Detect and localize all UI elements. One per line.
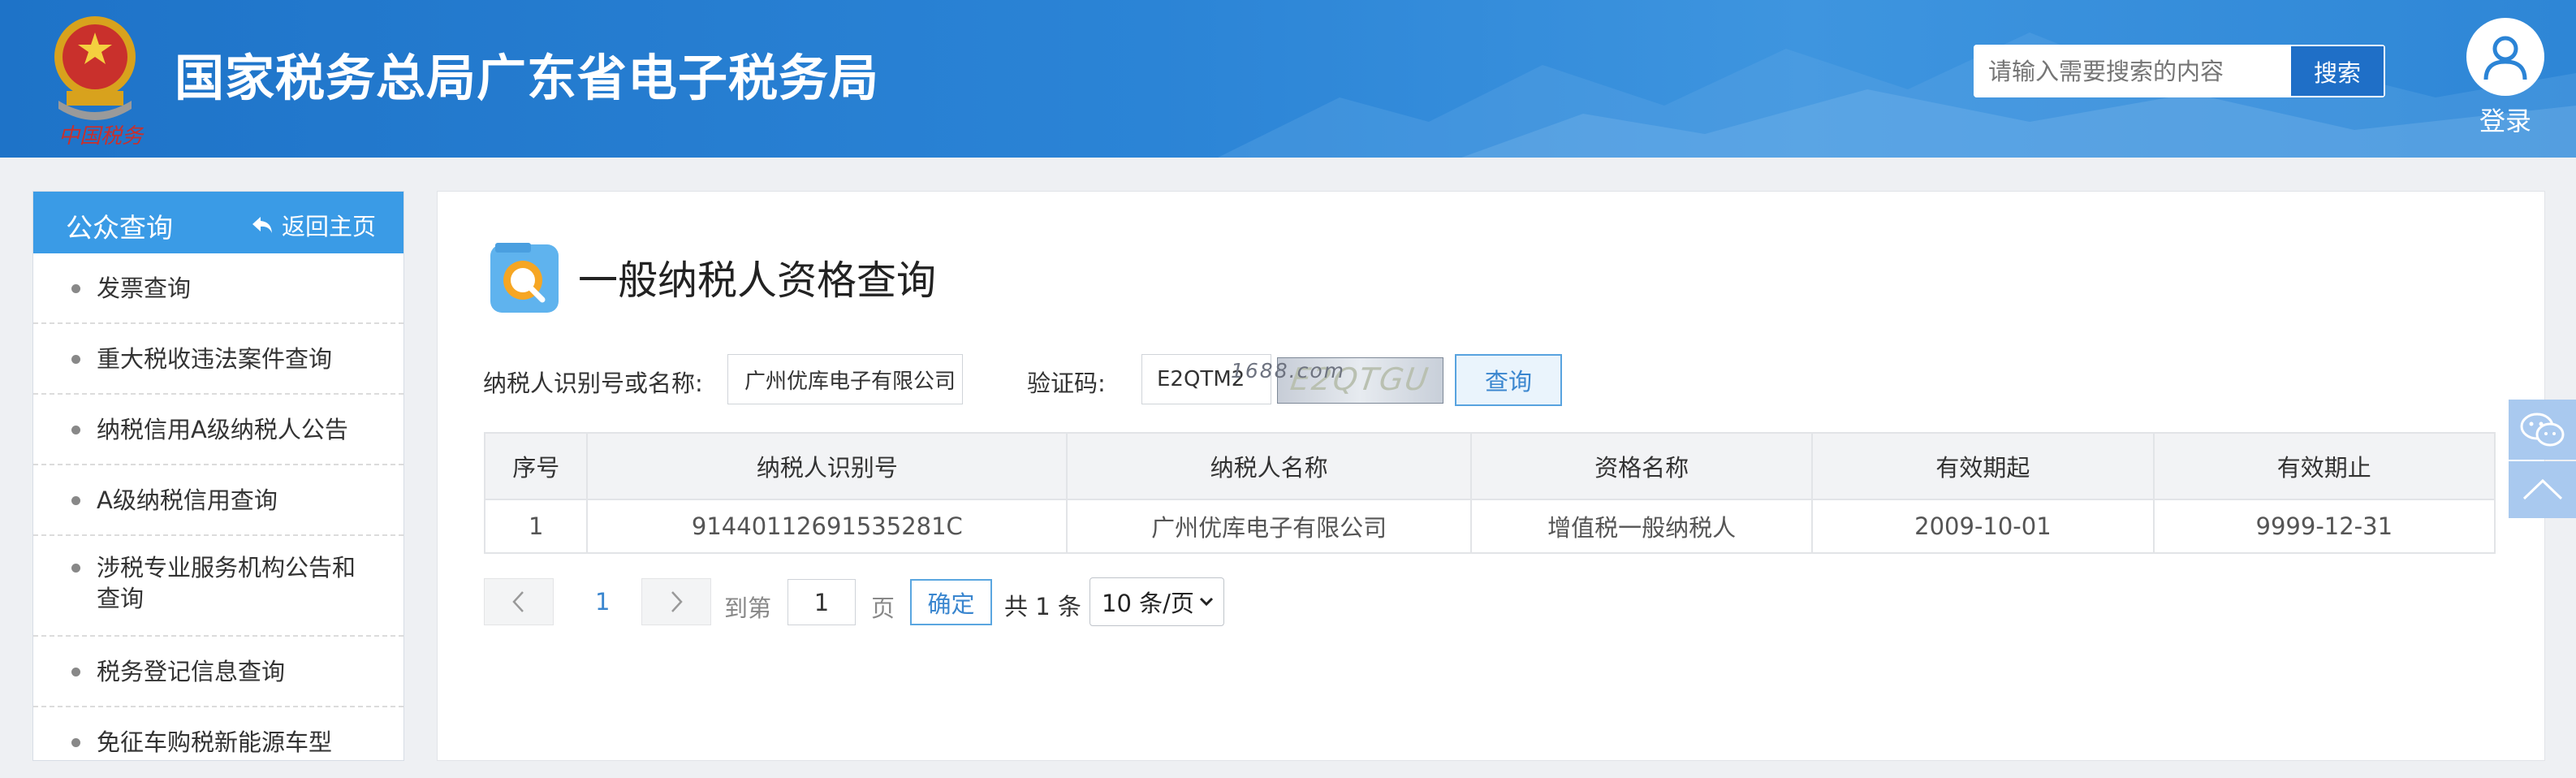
site-title: 国家税务总局广东省电子税务局 — [175, 50, 880, 107]
sidebar-header: 公众查询 返回主页 — [33, 192, 403, 253]
table-cell: 增值税一般纳税人 — [1469, 499, 1814, 554]
table-cell: 91440112691535281C — [586, 499, 1068, 554]
taxpayer-label: 纳税人识别号或名称: — [483, 370, 703, 397]
back-home-link[interactable]: 返回主页 — [251, 208, 376, 242]
goto-page-input[interactable]: 1 — [787, 579, 856, 625]
chevron-up-icon — [2522, 478, 2562, 500]
bullet-dot — [71, 564, 80, 573]
sidebar-item-label[interactable]: A级纳税信用查询 — [97, 486, 278, 514]
sidebar-item-label[interactable]: 涉税专业服务机构公告和查询 — [97, 554, 356, 612]
taxpayer-input[interactable]: 广州优库电子有限公司 — [727, 354, 963, 404]
bullet-dot — [71, 284, 80, 293]
header-search: 搜索 — [1974, 45, 2385, 97]
chevron-down-icon — [1199, 597, 1214, 607]
current-page-number[interactable]: 1 — [595, 588, 610, 616]
table-row: 1 91440112691535281C 广州优库电子有限公司 增值税一般纳税人… — [483, 499, 2496, 554]
bullet-dot — [71, 355, 80, 364]
table-cell: 9999-12-31 — [2152, 499, 2496, 554]
sidebar-item-tax-registration-query[interactable]: 税务登记信息查询 — [33, 637, 403, 707]
user-avatar[interactable] — [2466, 18, 2544, 96]
sidebar-item-new-energy-vehicle[interactable]: 免征车购税新能源车型 — [33, 707, 403, 778]
column-header: 资格名称 — [1469, 432, 1814, 500]
search-button[interactable]: 搜索 — [2289, 45, 2385, 97]
national-tax-emblem-icon: 中国税务 — [54, 16, 145, 148]
column-header: 有效期止 — [2152, 432, 2496, 500]
sidebar-item-label[interactable]: 纳税信用A级纳税人公告 — [97, 416, 348, 443]
confirm-button[interactable]: 确定 — [910, 579, 992, 625]
back-to-top-button[interactable] — [2509, 461, 2576, 518]
login-button[interactable]: 登录 — [2465, 18, 2546, 138]
page-size-select[interactable]: 10 条/页 — [1090, 577, 1224, 626]
chevron-right-icon — [671, 591, 683, 612]
wechat-float-button[interactable] — [2509, 400, 2576, 460]
table-cell: 2009-10-01 — [1811, 499, 2155, 554]
query-button[interactable]: 查询 — [1455, 354, 1562, 406]
total-count: 共 1 条 — [1004, 593, 1081, 620]
sidebar-item-tax-agency-query[interactable]: 涉税专业服务机构公告和查询 — [33, 536, 403, 637]
captcha-label: 验证码: — [1027, 370, 1106, 397]
column-header: 纳税人识别号 — [586, 432, 1068, 500]
back-arrow-icon — [252, 217, 272, 233]
site-header: 中国税务 国家税务总局广东省电子税务局 搜索 登录 — [0, 0, 2576, 158]
table-header-row: 序号 纳税人识别号 纳税人名称 资格名称 有效期起 有效期止 — [483, 432, 2496, 500]
user-icon — [2483, 36, 2527, 80]
back-home-label[interactable]: 返回主页 — [282, 208, 376, 242]
sidebar-item-invoice-query[interactable]: 发票查询 — [33, 253, 403, 324]
sidebar-item-major-violation-query[interactable]: 重大税收违法案件查询 — [33, 324, 403, 395]
bullet-dot — [71, 496, 80, 505]
sidebar-item-label[interactable]: 免征车购税新能源车型 — [97, 728, 332, 756]
emblem-caption: 中国税务 — [58, 124, 145, 148]
table-cell: 1 — [483, 499, 589, 554]
column-header: 序号 — [483, 432, 589, 500]
wechat-icon — [2520, 413, 2564, 447]
goto-label: 到第 — [724, 594, 772, 622]
bullet-dot — [71, 668, 80, 676]
column-header: 纳税人名称 — [1066, 432, 1472, 500]
sidebar-title: 公众查询 — [66, 212, 173, 244]
page-unit-label: 页 — [871, 594, 895, 622]
table-cell: 广州优库电子有限公司 — [1066, 499, 1472, 554]
watermark-text: 1688.com — [1231, 359, 1345, 383]
prev-page-button[interactable] — [484, 578, 554, 625]
page-size-value[interactable]: 10 条/页 — [1102, 585, 1194, 619]
sidebar-item-label[interactable]: 发票查询 — [97, 274, 191, 302]
chevron-left-icon — [512, 591, 524, 612]
result-table: 序号 纳税人识别号 纳税人名称 资格名称 有效期起 有效期止 1 9144011… — [483, 432, 2496, 554]
sidebar-item-label[interactable]: 重大税收违法案件查询 — [97, 345, 332, 373]
column-header: 有效期起 — [1811, 432, 2155, 500]
bullet-dot — [71, 426, 80, 434]
sidebar-item-a-credit-query[interactable]: A级纳税信用查询 — [33, 465, 403, 536]
next-page-button[interactable] — [641, 578, 711, 625]
sidebar-item-label[interactable]: 税务登记信息查询 — [97, 658, 285, 685]
search-input[interactable] — [1974, 45, 2290, 97]
page-title: 一般纳税人资格查询 — [578, 257, 937, 304]
login-label[interactable]: 登录 — [2465, 101, 2546, 138]
sidebar: 公众查询 返回主页 发票查询 重大税收违法案件查询 纳税信用A级纳税人公告 A级… — [32, 191, 404, 761]
sidebar-item-a-credit-announcement[interactable]: 纳税信用A级纳税人公告 — [33, 395, 403, 465]
search-document-icon — [490, 243, 559, 313]
